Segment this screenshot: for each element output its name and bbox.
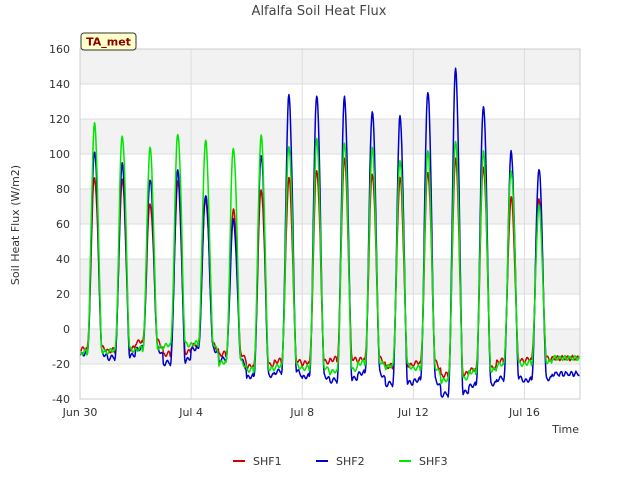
chart-title: Alfalfa Soil Heat Flux <box>252 4 387 19</box>
x-tick-label: Jul 4 <box>178 406 203 419</box>
y-tick-label: 0 <box>63 323 70 336</box>
legend-label-shf2: SHF2 <box>336 455 365 468</box>
y-axis-ticks: -40 -20 0 20 40 60 80 100 120 140 160 <box>49 43 70 406</box>
soil-heat-flux-chart: Alfalfa Soil Heat Flux -40 -20 0 20 40 60 80 10… <box>9 4 581 468</box>
x-tick-label: Jul 12 <box>397 406 429 419</box>
legend: SHF1 SHF2 SHF3 <box>233 455 448 468</box>
plot-band <box>80 189 580 224</box>
legend-label-shf1: SHF1 <box>253 455 282 468</box>
y-tick-label: 40 <box>56 253 70 266</box>
y-tick-label: 20 <box>56 288 70 301</box>
plot-band <box>80 119 580 154</box>
x-tick-label: Jul 16 <box>508 406 540 419</box>
legend-label-shf3: SHF3 <box>419 455 448 468</box>
y-axis-label: Soil Heat Flux (W/m2) <box>9 165 22 285</box>
y-tick-label: 120 <box>49 113 70 126</box>
plot-band <box>80 49 580 84</box>
x-axis-ticks: Jun 30 Jul 4 Jul 8 Jul 12 Jul 16 <box>62 406 540 419</box>
y-tick-label: -20 <box>52 358 70 371</box>
y-tick-label: 60 <box>56 218 70 231</box>
y-tick-label: 140 <box>49 78 70 91</box>
y-tick-label: 100 <box>49 148 70 161</box>
x-tick-label: Jul 8 <box>289 406 314 419</box>
x-axis-label: Time <box>551 423 579 436</box>
y-tick-label: 160 <box>49 43 70 56</box>
y-tick-label: -40 <box>52 393 70 406</box>
x-tick-label: Jun 30 <box>62 406 98 419</box>
badge-label: TA_met <box>86 36 131 49</box>
ta-met-badge: TA_met <box>80 32 137 51</box>
y-tick-label: 80 <box>56 183 70 196</box>
